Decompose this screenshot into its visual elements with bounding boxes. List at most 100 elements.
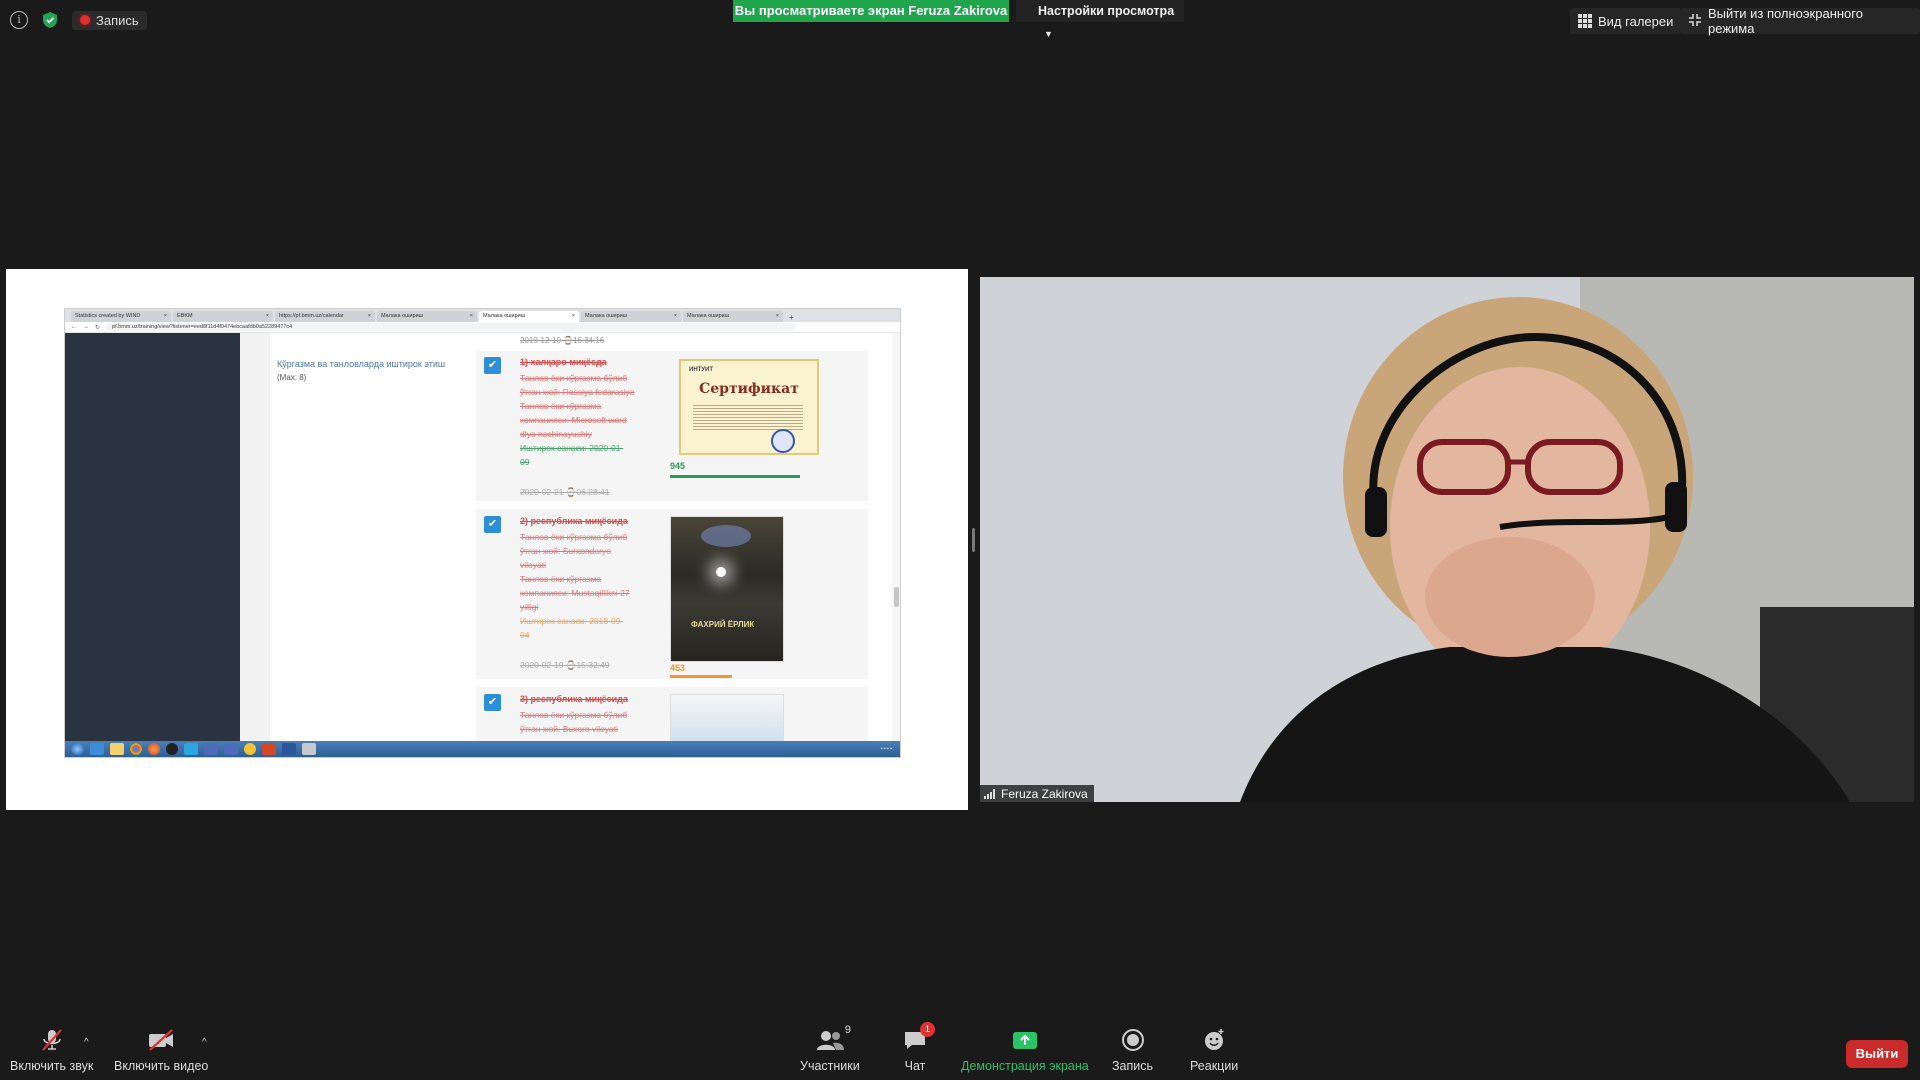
save-icon[interactable]	[224, 743, 238, 755]
viewing-screen-banner: Вы просматриваете экран Feruza Zakirova	[733, 0, 1009, 22]
browser-tab[interactable]: Statistics created by WIND ×	[71, 311, 171, 322]
reactions-button[interactable]: Реакции	[1190, 1028, 1238, 1073]
save-icon[interactable]	[204, 743, 218, 755]
diploma-photo[interactable]: ФАХРИЙ ЁРЛИК	[670, 516, 784, 662]
reactions-label: Реакции	[1190, 1059, 1239, 1073]
gallery-view-button[interactable]: Вид галереи	[1570, 8, 1682, 34]
back-icon[interactable]: ←	[71, 324, 77, 330]
entry-line: ўтган жой: Surxondaryo	[520, 546, 611, 556]
start-video-label: Включить видео	[114, 1059, 209, 1073]
view-options-menu[interactable]: Настройки просмотра ▼	[1016, 0, 1184, 39]
info-icon[interactable]: i	[10, 11, 28, 29]
certificate-image[interactable]: ИНТУИТ Сертификат	[679, 359, 819, 455]
forward-icon[interactable]: →	[83, 324, 89, 330]
page-scrollbar[interactable]	[892, 333, 900, 743]
audio-options-caret[interactable]: ^	[84, 1037, 89, 1048]
video-off-icon	[146, 1029, 176, 1055]
shield-icon[interactable]	[42, 11, 58, 29]
browser-tab[interactable]: EBKM ×	[173, 311, 273, 322]
certificate-title: Сертификат	[699, 381, 799, 397]
chat-icon-wrap: 1	[902, 1022, 935, 1055]
view-options-label: Настройки просмотра	[1038, 4, 1175, 18]
video-options-caret[interactable]: ^	[202, 1037, 207, 1048]
url-field[interactable]: pf.bmm.uz/training/view?listener=eed8f11…	[106, 323, 797, 331]
browser-window: Statistics created by WIND × EBKM × https:…	[64, 308, 901, 758]
start-video-button[interactable]: Включить видео	[114, 1028, 208, 1073]
unmute-button[interactable]: Включить звук	[10, 1028, 93, 1073]
participants-icon	[815, 1031, 845, 1055]
browser-tab[interactable]: Малака ошириш ×	[683, 311, 783, 322]
section-title[interactable]: Кўргазма ва танловларда иштирок этиш	[277, 359, 445, 369]
certificate-org: ИНТУИТ	[689, 367, 714, 373]
word-icon[interactable]	[282, 743, 296, 755]
participant-name-tag: Feruza Zakirova	[980, 785, 1094, 802]
browser-tab[interactable]: Малака ошириш ×	[581, 311, 681, 322]
panel-divider-handle[interactable]	[972, 528, 975, 552]
top-left-status: i Запись	[10, 10, 147, 30]
powerpoint-icon[interactable]	[262, 743, 276, 755]
chat-icon	[902, 1032, 928, 1055]
browser-tab[interactable]: https://pf.bmm.uz/calendar ×	[275, 311, 375, 322]
chevron-down-icon: ▼	[1044, 29, 1053, 39]
app-icon[interactable]	[166, 743, 178, 755]
recording-indicator[interactable]: Запись	[72, 10, 147, 30]
ie-icon[interactable]	[90, 743, 104, 755]
entry-date: 04	[520, 630, 530, 640]
entry-line: Танлов ёки кўргазма	[520, 574, 602, 584]
entry-line: Танлов ёки кўргазма бўлиб	[520, 373, 628, 383]
flash-glare	[716, 567, 726, 577]
entry-date: Иштирок санаси: 2018-09-	[520, 616, 624, 626]
reload-icon[interactable]: ↻	[95, 324, 100, 331]
entry-line: yilligi	[520, 602, 539, 612]
shared-screen[interactable]: Statistics created by WIND × EBKM × https:…	[6, 269, 968, 810]
score-bar	[670, 475, 800, 478]
participant-name: Feruza Zakirova	[1001, 786, 1088, 801]
entry-checkbox[interactable]: ✔	[484, 516, 501, 533]
record-icon	[1121, 1029, 1145, 1055]
participants-count: 9	[844, 1024, 851, 1036]
emblem-icon	[701, 525, 751, 547]
content-gutter	[240, 333, 270, 743]
signal-strength-icon	[984, 788, 995, 799]
browser-tab-active[interactable]: Малака ошириш ×	[479, 311, 579, 322]
entry-checkbox[interactable]: ✔	[484, 357, 501, 374]
share-screen-icon	[1011, 1032, 1039, 1055]
leave-meeting-button[interactable]: Выйти	[1846, 1040, 1908, 1068]
gallery-view-label: Вид галереи	[1598, 13, 1674, 29]
telegram-icon[interactable]	[184, 743, 198, 755]
chat-button[interactable]: 1 Чат	[902, 1022, 935, 1073]
entry-date: Иштирок санаси: 2020-01-	[520, 443, 624, 453]
chrome-icon[interactable]	[130, 743, 142, 755]
score-bar	[670, 675, 732, 678]
unmute-label: Включить звук	[10, 1059, 94, 1073]
section-max: (Max: 8)	[277, 373, 307, 382]
participant-video[interactable]	[980, 277, 1914, 802]
entry-score: 945	[670, 461, 686, 471]
paint-icon[interactable]	[302, 743, 316, 755]
share-screen-label: Демонстрация экрана	[961, 1059, 1089, 1073]
record-button[interactable]: Запись	[1112, 1028, 1153, 1073]
entry-checkbox[interactable]: ✔	[484, 694, 501, 711]
entry-line: Танлов ёки кўргазма	[520, 401, 602, 411]
scroll-thumb[interactable]	[894, 587, 899, 607]
address-bar: ← → ↻ pf.bmm.uz/training/view?listener=e…	[65, 322, 900, 333]
start-icon[interactable]	[71, 743, 84, 755]
share-screen-button[interactable]: Демонстрация экрана	[961, 1028, 1089, 1073]
folder-icon[interactable]	[110, 743, 124, 755]
seal-icon	[771, 429, 795, 453]
sidebar	[65, 333, 240, 743]
firefox-icon[interactable]	[148, 743, 160, 755]
entry-stamp: 2020-02-19 ⌚15:32:49	[520, 660, 610, 670]
entry-line: ўтган жой: Rossiya fedarasiya	[520, 387, 635, 397]
participants-button[interactable]: 9 Участники	[800, 1024, 860, 1073]
emoji-icon[interactable]	[244, 743, 256, 755]
entry-stamp: 2020-02-21 ⌚06:28:41	[520, 487, 610, 497]
document-photo[interactable]	[670, 694, 784, 744]
exit-fullscreen-button[interactable]: Выйти из полноэкранного режима	[1680, 6, 1920, 36]
new-tab-icon[interactable]: +	[785, 313, 798, 322]
entry-title: 2) республика миқёсида	[520, 516, 628, 526]
reactions-icon	[1202, 1029, 1226, 1055]
entry-score: 453	[670, 663, 686, 673]
chat-label: Чат	[904, 1059, 926, 1073]
browser-tab[interactable]: Малака ошириш ×	[377, 311, 477, 322]
